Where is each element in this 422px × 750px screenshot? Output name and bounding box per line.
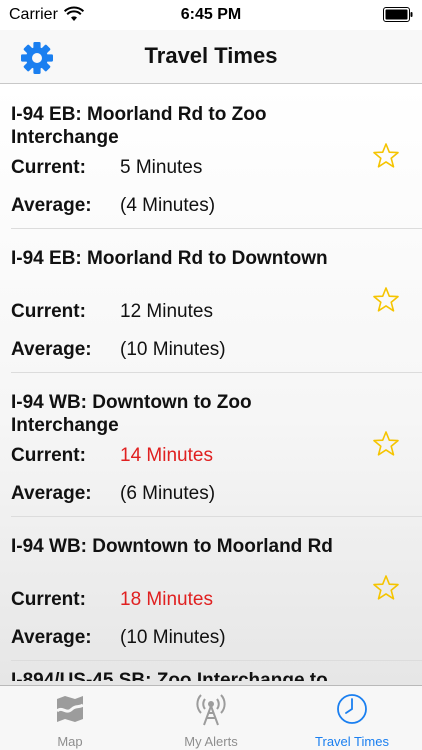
current-time: 5 Minutes: [120, 157, 203, 178]
tab-map[interactable]: Map: [0, 686, 140, 750]
clock-icon: [337, 694, 367, 724]
route-title: I-94 WB: Downtown to Zoo Interchange: [11, 392, 252, 436]
favorite-star-icon[interactable]: [372, 574, 400, 602]
current-label: Current:: [11, 445, 86, 466]
average-label: Average:: [11, 339, 92, 360]
status-bar: Carrier 6:45 PM: [0, 0, 422, 30]
average-time: (10 Minutes): [120, 627, 226, 648]
average-label: Average:: [11, 483, 92, 504]
current-label: Current:: [11, 157, 86, 178]
tab-label: Travel Times: [315, 734, 389, 749]
alert-tower-icon: [196, 694, 226, 726]
route-title: I-94 EB: Moorland Rd to Zoo Interchange: [11, 104, 267, 148]
current-label: Current:: [11, 589, 86, 610]
current-time: 14 Minutes: [120, 445, 213, 466]
route-title: I-94 EB: Moorland Rd to Downtown: [11, 248, 328, 269]
navigation-bar: Travel Times: [0, 30, 422, 84]
average-label: Average:: [11, 195, 92, 216]
battery-icon: [383, 7, 413, 22]
tab-my-alerts[interactable]: My Alerts: [141, 686, 281, 750]
favorite-star-icon[interactable]: [372, 286, 400, 314]
current-time: 12 Minutes: [120, 301, 213, 322]
tab-travel-times[interactable]: Travel Times: [282, 686, 422, 750]
route-row[interactable]: I-94 EB: Moorland Rd to Downtown Current…: [11, 229, 422, 373]
average-time: (4 Minutes): [120, 195, 216, 216]
route-title: I-94 WB: Downtown to Moorland Rd: [11, 536, 333, 557]
page-title: Travel Times: [144, 43, 278, 68]
status-time: 6:45 PM: [180, 6, 242, 23]
route-row[interactable]: I-94 EB: Moorland Rd to Zoo Interchange …: [11, 85, 422, 229]
route-row[interactable]: I-94 WB: Downtown to Moorland Rd Current…: [11, 517, 422, 661]
current-time: 18 Minutes: [120, 589, 213, 610]
route-row-partial[interactable]: I-894/US-45 SB: Zoo Interchange to: [11, 661, 422, 681]
map-icon: [56, 696, 84, 722]
favorite-star-icon[interactable]: [372, 142, 400, 170]
travel-times-list[interactable]: I-94 EB: Moorland Rd to Zoo Interchange …: [0, 85, 422, 685]
route-title: I-894/US-45 SB: Zoo Interchange to: [11, 670, 328, 681]
tab-label: My Alerts: [184, 734, 238, 749]
average-time: (10 Minutes): [120, 339, 226, 360]
current-label: Current:: [11, 301, 86, 322]
tab-label: Map: [57, 734, 83, 749]
average-label: Average:: [11, 627, 92, 648]
average-time: (6 Minutes): [120, 483, 216, 504]
route-row[interactable]: I-94 WB: Downtown to Zoo Interchange Cur…: [11, 373, 422, 517]
favorite-star-icon[interactable]: [372, 430, 400, 458]
tab-bar: Map My Alerts Travel Times: [0, 685, 422, 750]
